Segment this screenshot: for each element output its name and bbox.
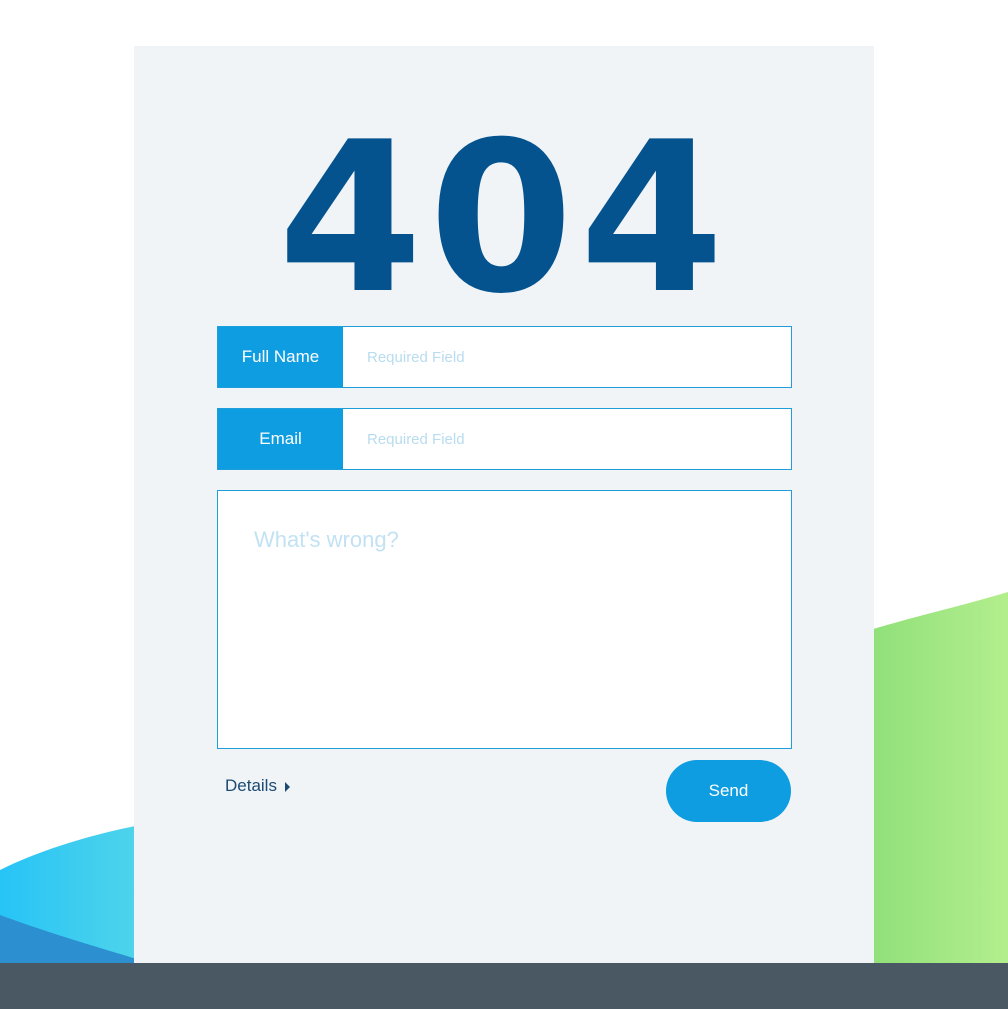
- email-label: Email: [218, 409, 343, 469]
- page: 404 Full Name Email Details Send: [0, 0, 1008, 1009]
- email-input[interactable]: [343, 409, 791, 469]
- green-wave: [870, 592, 1008, 965]
- full-name-input[interactable]: [343, 327, 791, 387]
- message-textarea[interactable]: [217, 490, 792, 749]
- error-code: 404: [277, 98, 731, 340]
- email-row: Email: [217, 408, 792, 470]
- details-label: Details: [225, 776, 277, 795]
- full-name-label: Full Name: [218, 327, 343, 387]
- footer-bar: [0, 963, 1008, 1009]
- details-toggle[interactable]: Details: [225, 774, 290, 798]
- send-button[interactable]: Send: [666, 760, 791, 822]
- error-card: 404 Full Name Email Details Send: [134, 46, 874, 963]
- full-name-row: Full Name: [217, 326, 792, 388]
- caret-right-icon: [284, 782, 290, 792]
